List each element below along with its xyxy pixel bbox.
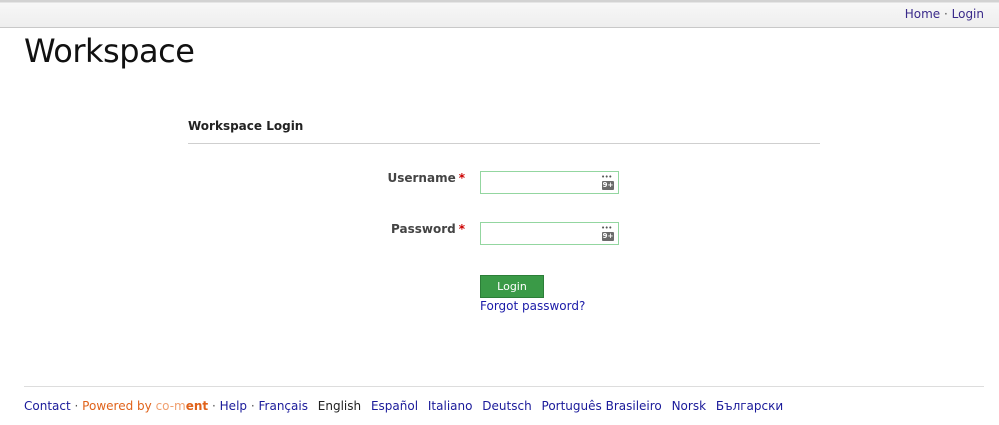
top-nav: Home · Login (905, 7, 984, 21)
language-link-italian[interactable]: Italiano (428, 399, 473, 413)
password-label-text: Password (391, 222, 456, 236)
virtual-keyboard-icon[interactable]: ••• 9+ (601, 224, 615, 241)
login-button[interactable]: Login (480, 275, 544, 298)
forgot-password-link[interactable]: Forgot password? (480, 299, 585, 313)
footer-separator: · (74, 399, 79, 413)
username-input[interactable] (481, 172, 618, 193)
username-label-text: Username (387, 171, 456, 185)
language-link-portuguese[interactable]: Português Brasileiro (542, 399, 662, 413)
username-field-wrapper: ••• 9+ (480, 171, 619, 194)
language-link-french[interactable]: Français (259, 399, 308, 413)
site-title: Workspace (24, 32, 195, 70)
login-panel-heading: Workspace Login (188, 119, 304, 133)
help-link[interactable]: Help (220, 399, 247, 413)
language-link-spanish[interactable]: Español (371, 399, 418, 413)
footer: Contact · Powered by co-ment · Help · Fr… (24, 399, 789, 413)
footer-divider (24, 386, 984, 387)
footer-separator: · (250, 399, 255, 413)
logo-part-bold: ent (185, 399, 209, 413)
required-marker: * (458, 171, 465, 185)
keyboard-badge: 9+ (602, 181, 614, 190)
nav-separator: · (943, 7, 948, 21)
virtual-keyboard-icon[interactable]: ••• 9+ (601, 173, 615, 190)
footer-separator: · (212, 399, 216, 413)
logo-part-thin: co-m (155, 399, 186, 413)
language-link-german[interactable]: Deutsch (482, 399, 531, 413)
language-link-bulgarian[interactable]: Български (716, 399, 783, 413)
keyboard-dots: ••• (601, 224, 612, 232)
top-bar: Home · Login (0, 0, 999, 28)
contact-link[interactable]: Contact (24, 399, 71, 413)
keyboard-dots: ••• (601, 173, 612, 181)
password-field-wrapper: ••• 9+ (480, 222, 619, 245)
language-link-norwegian[interactable]: Norsk (672, 399, 706, 413)
username-label: Username * (265, 171, 465, 185)
language-current-english: English (317, 399, 362, 413)
powered-by-text: Powered by (82, 399, 152, 413)
keyboard-badge: 9+ (602, 232, 614, 241)
login-link[interactable]: Login (952, 7, 984, 21)
home-link[interactable]: Home (905, 7, 940, 21)
comment-logo-link[interactable]: co-ment (156, 399, 209, 413)
password-input[interactable] (481, 223, 618, 244)
panel-divider (188, 143, 820, 144)
required-marker: * (458, 222, 465, 236)
password-label: Password * (265, 222, 465, 236)
